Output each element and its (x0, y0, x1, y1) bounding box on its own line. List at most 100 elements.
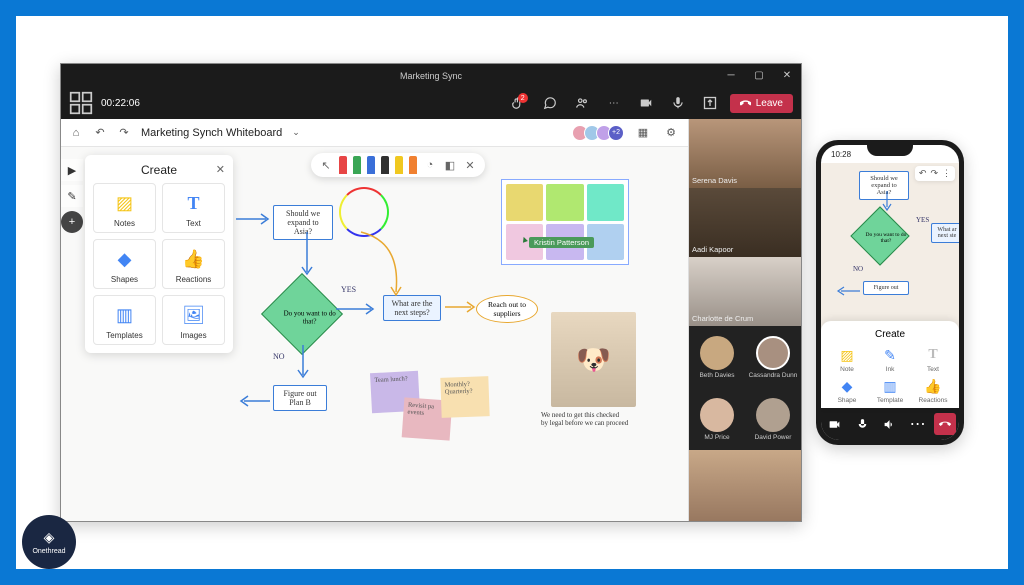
desktop-app-window: Marketing Sync ─ ▢ ✕ 00:22:06 2 ⋯ (60, 63, 802, 522)
grid-view-icon[interactable] (69, 91, 93, 115)
mobile-canvas-toolbar: ↶ ↷ ⋮ (915, 166, 955, 181)
camera-icon[interactable] (634, 91, 658, 115)
pen-tool-icon[interactable]: ✎ (61, 185, 83, 207)
avatar-more: +2 (608, 125, 624, 141)
mobile-create-reactions[interactable]: 👍Reactions (913, 376, 953, 404)
grid-toggle-icon[interactable]: ▦ (634, 124, 652, 142)
flow-decision-want[interactable]: Do you want to do that? (850, 206, 909, 265)
undo-icon[interactable]: ↶ (919, 168, 927, 179)
pen-orange[interactable] (409, 156, 417, 174)
mobile-meeting-controls: ⋯ (821, 408, 959, 440)
home-icon[interactable]: ⌂ (69, 126, 83, 140)
pen-green[interactable] (353, 156, 361, 174)
window-maximize-button[interactable]: ▢ (745, 64, 773, 87)
cube-icon: ◈ (44, 529, 55, 546)
reaction-badge: 2 (518, 93, 528, 103)
create-panel-title: Create (141, 163, 177, 177)
notch (867, 145, 913, 156)
undo-icon[interactable]: ↶ (93, 126, 107, 140)
mobile-create-template[interactable]: ▥Template (870, 376, 910, 404)
flow-node-reachout[interactable]: Reach out to suppliers (476, 295, 538, 323)
collab-cursor: Kristin Patterson (529, 237, 594, 248)
sticky-board[interactable] (501, 179, 629, 265)
participant-tile[interactable] (689, 450, 801, 521)
image-dog[interactable]: 🐶 (551, 312, 636, 407)
mic-icon[interactable] (666, 91, 690, 115)
mic-icon[interactable] (851, 413, 873, 435)
leave-button[interactable]: Leave (730, 94, 793, 113)
meeting-controls-bar: 00:22:06 2 ⋯ Leave (61, 87, 801, 119)
participant-tile-small[interactable]: Beth Davies (689, 326, 745, 388)
raise-hand-icon[interactable]: 2 (506, 91, 530, 115)
mobile-create-note[interactable]: ▨Note (827, 345, 867, 373)
flow-node-planb[interactable]: Figure out Plan B (273, 385, 327, 411)
flow-label-no: NO (853, 265, 863, 273)
meeting-timer: 00:22:06 (101, 98, 140, 109)
more-icon[interactable]: ⋯ (602, 91, 626, 115)
window-titlebar: Marketing Sync ─ ▢ ✕ (61, 64, 801, 87)
canvas-left-toolbar: ▶ ✎ + (61, 159, 83, 233)
pen-toolbar: ↖ ◔ ◧ ✕ (311, 153, 485, 177)
mobile-whiteboard-canvas[interactable]: ↶ ↷ ⋮ Should we expand to Asia? Do you w… (821, 163, 959, 408)
select-tool-icon[interactable]: ▶ (61, 159, 83, 181)
mobile-create-text[interactable]: TText (913, 345, 953, 373)
whiteboard-canvas[interactable]: ▶ ✎ + Create ✕ ▨Notes TText ◆Shapes 👍Rea… (61, 147, 688, 521)
create-item-images[interactable]: 🖼Images (162, 295, 225, 345)
participant-tile[interactable]: Charlotte de Crum (689, 257, 801, 326)
eraser-icon[interactable]: ◧ (443, 158, 457, 172)
pen-blue[interactable] (367, 156, 375, 174)
more-icon[interactable]: ⋯ (907, 413, 929, 435)
people-icon[interactable] (570, 91, 594, 115)
close-icon[interactable]: ✕ (216, 163, 225, 176)
mobile-device: 10:28 ↶ ↷ ⋮ Should we expand to Asia? Do… (816, 140, 964, 445)
mobile-create-sheet: Create ▨Note ✎Ink TText ◆Shape ▥Template… (821, 321, 959, 408)
cursor-icon[interactable]: ↖ (319, 158, 333, 172)
rainbow-annotation (339, 187, 389, 237)
image-caption: We need to get this checked by legal bef… (541, 411, 641, 427)
whiteboard-header: ⌂ ↶ ↷ Marketing Synch Whiteboard ⌄ +2 ▦ … (61, 119, 688, 147)
participants-sidebar: Serena Davis Aadi Kapoor Charlotte de Cr… (689, 119, 801, 521)
whiteboard-area: ⌂ ↶ ↷ Marketing Synch Whiteboard ⌄ +2 ▦ … (61, 119, 689, 521)
create-item-reactions[interactable]: 👍Reactions (162, 239, 225, 289)
create-panel: Create ✕ ▨Notes TText ◆Shapes 👍Reactions… (85, 155, 233, 353)
pen-black[interactable] (381, 156, 389, 174)
toolbar-close-icon[interactable]: ✕ (463, 158, 477, 172)
redo-icon[interactable]: ↷ (930, 168, 938, 179)
participant-tile[interactable]: Serena Davis (689, 119, 801, 188)
mobile-create-shape[interactable]: ◆Shape (827, 376, 867, 404)
hangup-button[interactable] (934, 413, 956, 435)
highlighter-icon[interactable]: ◔ (423, 158, 437, 172)
speaker-icon[interactable] (879, 413, 901, 435)
participant-tile-small[interactable]: Cassandra Dunn (745, 326, 801, 388)
pen-red[interactable] (339, 156, 347, 174)
participant-tile-small[interactable]: David Power (745, 388, 801, 450)
share-icon[interactable] (698, 91, 722, 115)
mobile-screen: 10:28 ↶ ↷ ⋮ Should we expand to Asia? Do… (821, 145, 959, 440)
participant-tile[interactable]: Aadi Kapoor (689, 188, 801, 257)
mobile-create-ink[interactable]: ✎Ink (870, 345, 910, 373)
flow-node-planb[interactable]: Figure out (863, 281, 909, 295)
presence-avatars[interactable]: +2 (576, 125, 624, 141)
window-close-button[interactable]: ✕ (773, 64, 801, 87)
brand-logo: ◈ Onethread (22, 515, 76, 569)
camera-icon[interactable] (824, 413, 846, 435)
settings-icon[interactable]: ⚙ (662, 124, 680, 142)
create-item-notes[interactable]: ▨Notes (93, 183, 156, 233)
flow-decision-want[interactable]: Do you want to do that? (261, 273, 343, 355)
redo-icon[interactable]: ↷ (117, 126, 131, 140)
participant-tile-small[interactable]: MJ Price (689, 388, 745, 450)
create-item-templates[interactable]: ▥Templates (93, 295, 156, 345)
whiteboard-title[interactable]: Marketing Synch Whiteboard (141, 127, 282, 139)
create-item-shapes[interactable]: ◆Shapes (93, 239, 156, 289)
add-tool-icon[interactable]: + (61, 211, 83, 233)
pen-yellow[interactable] (395, 156, 403, 174)
window-title: Marketing Sync (400, 71, 462, 81)
window-minimize-button[interactable]: ─ (717, 64, 745, 87)
create-item-text[interactable]: TText (162, 183, 225, 233)
more-icon[interactable]: ⋮ (942, 168, 951, 179)
chat-icon[interactable] (538, 91, 562, 115)
chevron-down-icon[interactable]: ⌄ (292, 127, 300, 138)
sticky-note[interactable]: Monthly? Quarterly? (440, 376, 489, 418)
flow-node-nextsteps[interactable]: What ar next ste (931, 223, 959, 243)
flow-label-yes: YES (916, 216, 929, 224)
